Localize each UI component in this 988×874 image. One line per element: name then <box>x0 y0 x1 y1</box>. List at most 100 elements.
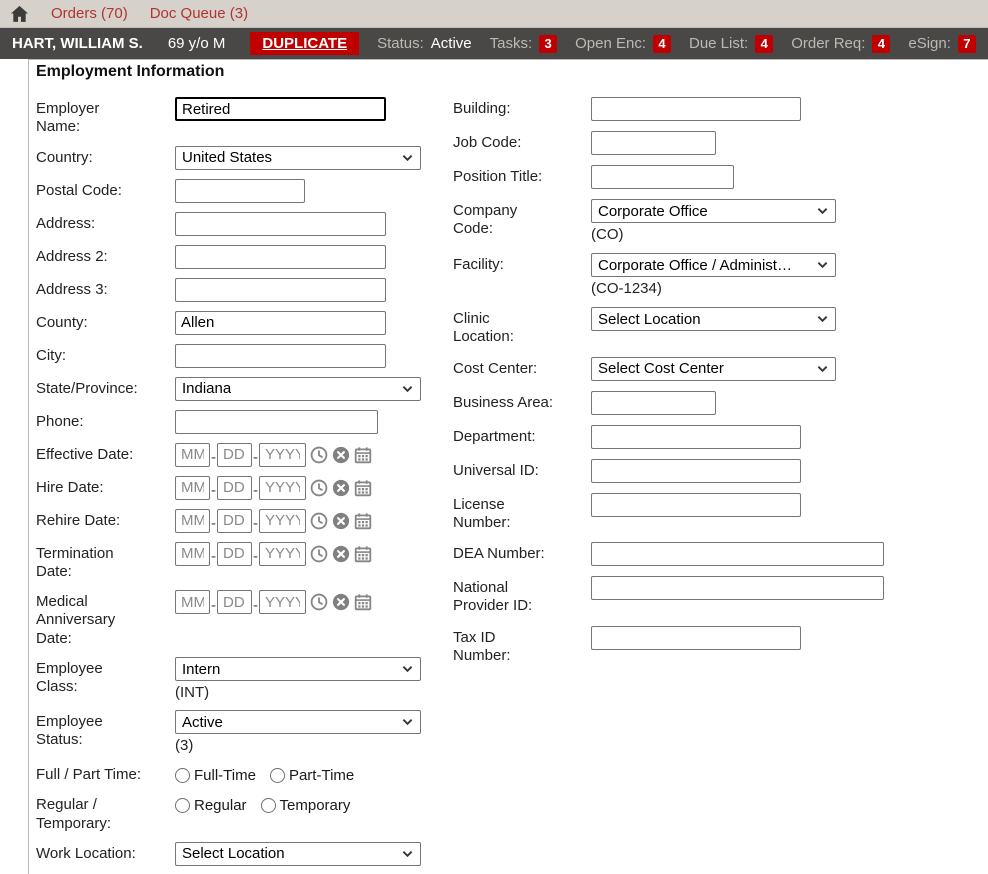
doc-queue-link[interactable]: Doc Queue (3) <box>150 5 248 22</box>
state-province-select[interactable]: Indiana <box>175 377 421 401</box>
order-req-label: Order Req: <box>791 35 865 52</box>
dea-number-input[interactable] <box>591 542 884 566</box>
position-title-input[interactable] <box>591 165 734 189</box>
rehire-date-day-input[interactable] <box>217 509 252 533</box>
open-enc-count-badge[interactable]: 4 <box>653 35 671 53</box>
employer-name-input[interactable] <box>175 97 386 121</box>
chevron-down-icon <box>402 154 413 162</box>
county-input[interactable] <box>175 311 386 335</box>
tasks-count-badge[interactable]: 3 <box>539 35 557 53</box>
field-tax-id-number: Tax ID Number: <box>453 626 988 666</box>
clear-icon[interactable] <box>332 479 350 497</box>
clock-icon[interactable] <box>310 446 328 464</box>
tax-id-number-input[interactable] <box>591 626 801 650</box>
full-time-option[interactable]: Full-Time <box>175 767 256 784</box>
calendar-icon[interactable] <box>354 479 372 497</box>
temporary-option[interactable]: Temporary <box>261 797 351 814</box>
temporary-radio[interactable] <box>261 798 276 813</box>
hire-date-group: - - <box>175 476 372 500</box>
company-code-select[interactable]: Corporate Office <box>591 199 836 223</box>
orders-link[interactable]: Orders (70) <box>51 5 128 22</box>
medical-anniversary-date-month-input[interactable] <box>175 590 210 614</box>
national-provider-id-input[interactable] <box>591 576 884 600</box>
part-time-radio[interactable] <box>270 768 285 783</box>
clear-icon[interactable] <box>332 545 350 563</box>
city-input[interactable] <box>175 344 386 368</box>
clock-icon[interactable] <box>310 479 328 497</box>
top-nav-bar: Orders (70) Doc Queue (3) <box>0 0 988 28</box>
phone-label: Phone: <box>36 410 142 431</box>
rehire-date-month-input[interactable] <box>175 509 210 533</box>
facility-select[interactable]: Corporate Office / Administ… <box>591 253 836 277</box>
universal-id-input[interactable] <box>591 459 801 483</box>
address2-input[interactable] <box>175 245 386 269</box>
chevron-down-icon <box>817 261 828 269</box>
employee-status-select[interactable]: Active <box>175 710 421 734</box>
business-area-input[interactable] <box>591 391 716 415</box>
effective-date-group: - - <box>175 443 372 467</box>
full-time-radio[interactable] <box>175 768 190 783</box>
home-icon[interactable] <box>10 5 29 23</box>
regular-radio[interactable] <box>175 798 190 813</box>
due-list-count-badge[interactable]: 4 <box>755 35 773 53</box>
tasks-label: Tasks: <box>490 35 533 52</box>
full-part-time-label: Full / Part Time: <box>36 763 142 784</box>
country-select[interactable]: United States <box>175 146 421 170</box>
employee-status-stack: Active (3) <box>175 710 421 754</box>
termination-date-month-input[interactable] <box>175 542 210 566</box>
clock-icon[interactable] <box>310 545 328 563</box>
clear-icon[interactable] <box>332 512 350 530</box>
calendar-icon[interactable] <box>354 593 372 611</box>
job-code-input[interactable] <box>591 131 716 155</box>
building-input[interactable] <box>591 97 801 121</box>
order-req-group: Order Req: 4 <box>791 35 890 53</box>
country-select-value: United States <box>182 149 272 166</box>
license-number-input[interactable] <box>591 493 801 517</box>
employee-class-select-value: Intern <box>182 661 220 678</box>
address3-input[interactable] <box>175 278 386 302</box>
medical-anniversary-date-day-input[interactable] <box>217 590 252 614</box>
regular-option[interactable]: Regular <box>175 797 247 814</box>
employee-class-select[interactable]: Intern <box>175 657 421 681</box>
chevron-down-icon <box>402 718 413 726</box>
rehire-date-year-input[interactable] <box>259 509 306 533</box>
postal-code-input[interactable] <box>175 179 305 203</box>
cost-center-select[interactable]: Select Cost Center <box>591 357 836 381</box>
hire-date-month-input[interactable] <box>175 476 210 500</box>
company-code-stack: Corporate Office (CO) <box>591 199 836 243</box>
field-employer-name: Employer Name: <box>36 97 453 137</box>
effective-date-day-input[interactable] <box>217 443 252 467</box>
full-part-time-radios: Full-Time Part-Time <box>175 763 354 784</box>
calendar-icon[interactable] <box>354 545 372 563</box>
effective-date-year-input[interactable] <box>259 443 306 467</box>
department-input[interactable] <box>591 425 801 449</box>
part-time-option[interactable]: Part-Time <box>270 767 354 784</box>
effective-date-month-input[interactable] <box>175 443 210 467</box>
hire-date-day-input[interactable] <box>217 476 252 500</box>
clock-icon[interactable] <box>310 593 328 611</box>
calendar-icon[interactable] <box>354 512 372 530</box>
order-req-count-badge[interactable]: 4 <box>872 35 890 53</box>
field-medical-anniversary-date: Medical Anniversary Date: - - <box>36 590 453 648</box>
phone-input[interactable] <box>175 410 378 434</box>
work-location-select-value: Select Location <box>182 845 285 862</box>
hire-date-year-input[interactable] <box>259 476 306 500</box>
clear-icon[interactable] <box>332 446 350 464</box>
clock-icon[interactable] <box>310 512 328 530</box>
clear-icon[interactable] <box>332 593 350 611</box>
termination-date-year-input[interactable] <box>259 542 306 566</box>
employee-class-code: (INT) <box>175 684 421 701</box>
date-separator: - <box>211 548 216 565</box>
esign-count-badge[interactable]: 7 <box>958 35 976 53</box>
medical-anniversary-date-group: - - <box>175 590 372 614</box>
work-location-select[interactable]: Select Location <box>175 842 421 866</box>
employee-status-label: Employee Status: <box>36 710 142 750</box>
medical-anniversary-date-year-input[interactable] <box>259 590 306 614</box>
address-input[interactable] <box>175 212 386 236</box>
termination-date-day-input[interactable] <box>217 542 252 566</box>
clinic-location-select[interactable]: Select Location <box>591 307 836 331</box>
date-separator: - <box>253 597 258 614</box>
rehire-date-group: - - <box>175 509 372 533</box>
duplicate-badge[interactable]: DUPLICATE <box>250 32 359 55</box>
calendar-icon[interactable] <box>354 446 372 464</box>
